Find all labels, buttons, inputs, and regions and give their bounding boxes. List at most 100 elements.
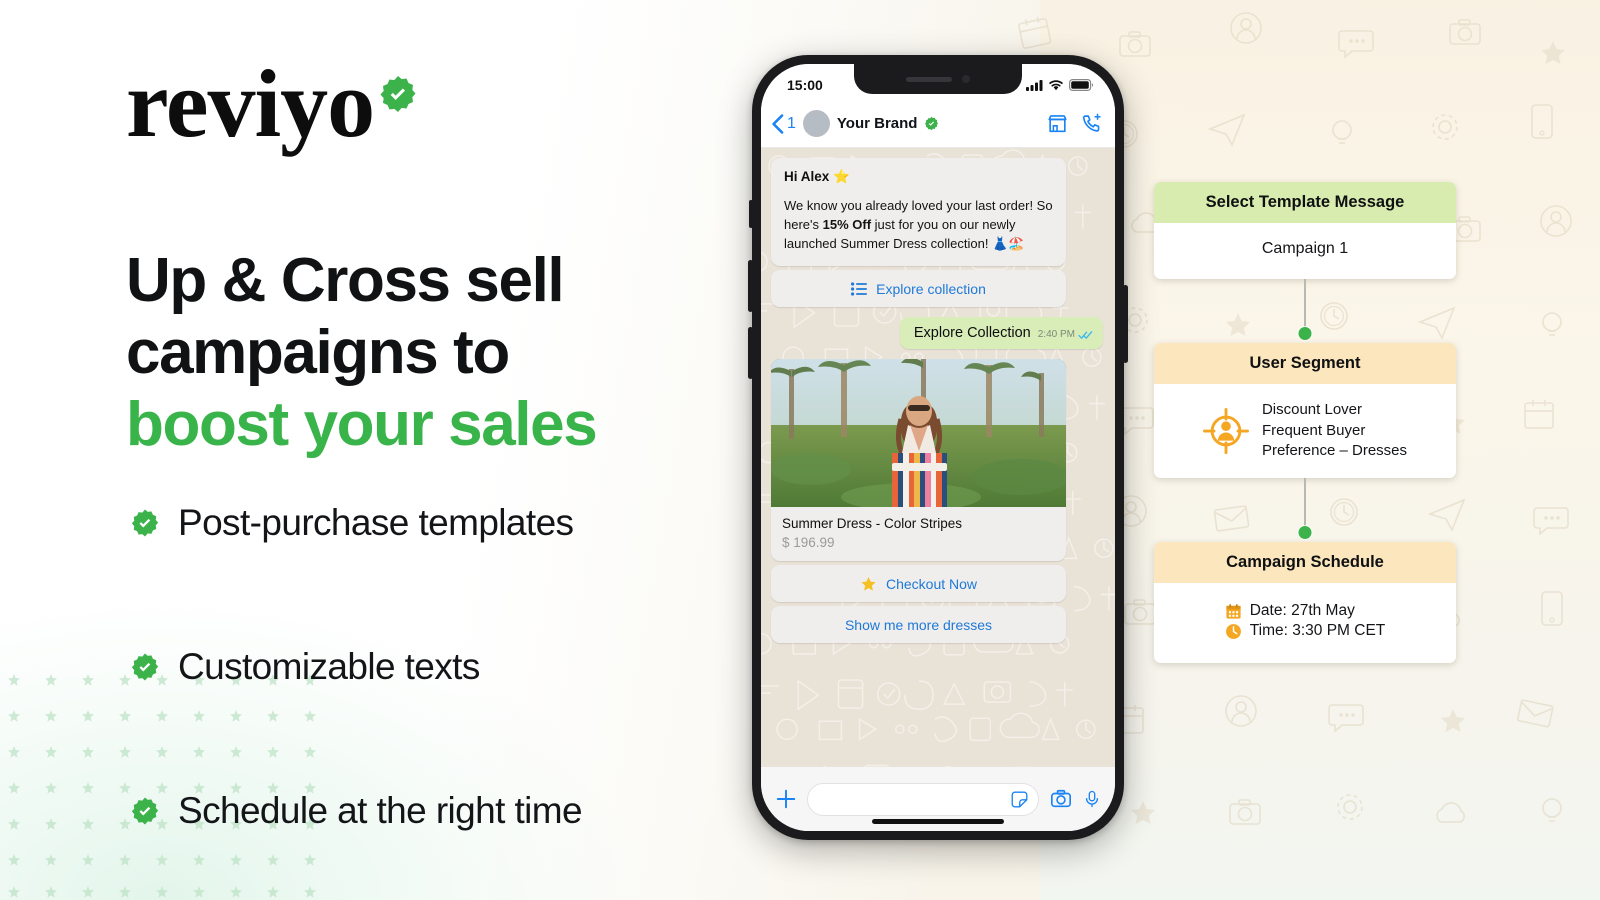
checkout-now-label: Checkout Now [885, 575, 978, 592]
product-name: Summer Dress - Color Stripes [782, 516, 963, 532]
message-body: We know you already loved your last orde… [784, 196, 1053, 253]
user-segment-lines: Discount Lover Frequent Buyer Preference… [1262, 400, 1407, 462]
camera-icon[interactable] [1049, 788, 1073, 810]
power-button[interactable] [1123, 285, 1128, 363]
phone-mockup: 15:00 1 Your Brand Hi Alex ⭐ We know you… [748, 55, 1128, 840]
phone-add-icon[interactable] [1080, 113, 1103, 135]
volume-up-button[interactable] [748, 260, 753, 312]
list-item: Customizable texts [130, 631, 730, 703]
status-bar-time: 15:00 [787, 77, 823, 93]
clock-icon [1225, 623, 1241, 639]
flow-card-title: Campaign Schedule [1154, 542, 1456, 584]
product-image [771, 359, 1066, 508]
feature-label: Schedule at the right time [178, 790, 583, 831]
plus-icon[interactable] [775, 788, 797, 810]
outgoing-message-row: Explore Collection 2:40 PM [771, 317, 1105, 350]
earpiece-speaker [906, 76, 952, 82]
schedule-date-text: Date: 27th May [1249, 602, 1355, 620]
double-check-read-icon [1078, 330, 1093, 339]
back-button[interactable]: 1 [771, 113, 796, 134]
feature-label: Post-purchase templates [178, 502, 574, 543]
status-bar-icons [1026, 79, 1093, 91]
wifi-icon [1049, 80, 1063, 91]
selected-template-value: Campaign 1 [1261, 240, 1349, 257]
segment-line-2: Frequent Buyer [1261, 421, 1366, 439]
flow-connector-1 [1154, 279, 1456, 343]
schedule-rows: Date: 27th May Time: 3:30 PM CET [1225, 600, 1386, 642]
page-title: Up & Cross sell campaigns to boost your … [126, 245, 706, 461]
campaign-flow-panel: Select Template Message Campaign 1 User … [1154, 182, 1456, 664]
schedule-time-text: Time: 3:30 PM CET [1249, 622, 1386, 640]
checkout-now-button[interactable]: Checkout Now [771, 565, 1066, 603]
cellular-signal-icon [1026, 79, 1043, 91]
explore-collection-button[interactable]: Explore collection [771, 270, 1066, 308]
chevron-left-icon [772, 113, 784, 134]
calendar-icon [1226, 603, 1241, 619]
phone-screen: 15:00 1 Your Brand Hi Alex ⭐ We know you… [761, 64, 1115, 831]
product-card[interactable]: Summer Dress - Color Stripes $ 196.99 [771, 359, 1066, 562]
list-item: Post-purchase templates [130, 487, 730, 559]
list-item: Schedule at the right time [130, 775, 730, 847]
flow-card-campaign-schedule[interactable]: Campaign Schedule Date: 27th May Time: 3… [1154, 542, 1456, 664]
schedule-row-time: Time: 3:30 PM CET [1225, 622, 1386, 640]
storefront-icon[interactable] [1046, 113, 1069, 135]
segment-line-3: Preference – Dresses [1261, 442, 1408, 460]
target-user-icon [1202, 408, 1249, 455]
sticker-icon[interactable] [1010, 790, 1029, 809]
battery-icon [1069, 79, 1093, 91]
chat-header: 1 Your Brand [761, 100, 1115, 148]
microphone-icon[interactable] [1083, 788, 1101, 810]
avatar[interactable] [802, 110, 830, 137]
headline-line-2: campaigns to [126, 317, 510, 387]
segment-line-1: Discount Lover [1261, 401, 1363, 418]
volume-down-button[interactable] [748, 327, 753, 379]
verified-check-badge-icon [131, 653, 159, 681]
phone-notch [854, 64, 1022, 94]
feature-label: Customizable texts [178, 646, 480, 687]
outgoing-message-text: Explore Collection [913, 325, 1031, 342]
home-indicator [872, 819, 1004, 824]
chat-header-actions [1046, 113, 1103, 135]
incoming-message-bubble: Hi Alex ⭐ We know you already loved your… [771, 158, 1066, 267]
flow-card-title: Select Template Message [1154, 182, 1456, 223]
message-timestamp: 2:40 PM [1037, 329, 1075, 341]
schedule-row-date: Date: 27th May [1225, 602, 1386, 620]
connector-line [1304, 279, 1306, 331]
verified-check-badge-icon [380, 76, 416, 112]
product-price: $ 196.99 [782, 535, 835, 551]
connector-dot [1298, 327, 1312, 340]
flow-card-body: Campaign 1 [1154, 223, 1456, 279]
flow-connector-2 [1154, 478, 1456, 542]
headline-line-3: boost your sales [126, 389, 598, 459]
verified-check-badge-icon [131, 509, 159, 537]
flow-card-select-template[interactable]: Select Template Message Campaign 1 [1154, 182, 1456, 279]
contact-name[interactable]: Your Brand [837, 115, 918, 132]
message-greeting: Hi Alex ⭐ [784, 169, 850, 184]
product-info: Summer Dress - Color Stripes $ 196.99 [771, 507, 1066, 561]
show-more-dresses-label: Show me more dresses [844, 616, 993, 633]
message-body-offer: 15% Off [822, 217, 872, 233]
message-input[interactable] [807, 782, 1039, 816]
flow-card-user-segment[interactable]: User Segment Discount Lover Frequent Buy… [1154, 343, 1456, 479]
feature-list: Post-purchase templates Customizable tex… [130, 487, 730, 847]
left-content-pane: reviyo Up & Cross sell campaigns to boos… [0, 0, 740, 900]
brand-logo: reviyo [126, 56, 418, 152]
chat-message-list[interactable]: Hi Alex ⭐ We know you already loved your… [761, 148, 1115, 767]
explore-collection-label: Explore collection [876, 280, 986, 297]
mute-switch[interactable] [749, 200, 753, 228]
brand-logo-text: reviyo [126, 50, 375, 157]
chat-scroll-area: Hi Alex ⭐ We know you already loved your… [771, 158, 1105, 644]
star-icon [861, 576, 876, 591]
list-icon [851, 282, 868, 296]
connector-dot [1298, 526, 1312, 540]
unread-count-badge: 1 [787, 114, 796, 132]
message-meta: 2:40 PM [1038, 329, 1093, 341]
flow-card-title: User Segment [1154, 343, 1456, 384]
headline-line-1: Up & Cross sell [126, 246, 565, 315]
verified-check-badge-icon [925, 116, 939, 131]
front-camera-icon [962, 75, 970, 83]
outgoing-message-bubble: Explore Collection 2:40 PM [899, 317, 1103, 350]
connector-line [1304, 478, 1306, 531]
flow-card-body: Discount Lover Frequent Buyer Preference… [1154, 384, 1456, 479]
show-more-dresses-button[interactable]: Show me more dresses [771, 606, 1066, 644]
